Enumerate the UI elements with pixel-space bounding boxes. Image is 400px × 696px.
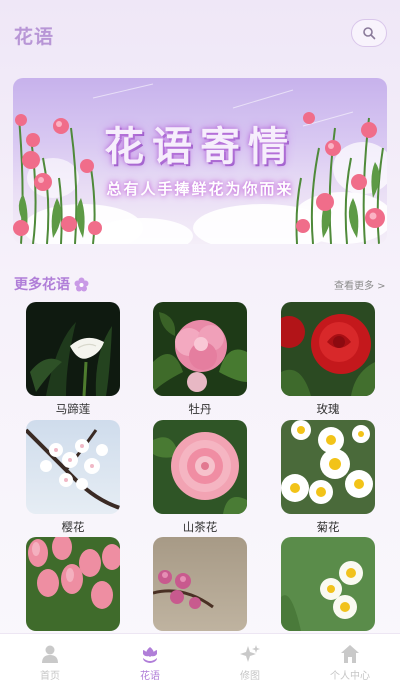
flower-name: 樱花 [61, 520, 85, 534]
flower-name: 牡丹 [188, 402, 212, 416]
tab-flower-language[interactable]: 花语 [110, 644, 190, 682]
sparkle-icon [240, 645, 260, 662]
flower-image-crabapple [153, 537, 247, 631]
tab-label: 修图 [240, 671, 260, 682]
tab-label: 首页 [40, 671, 60, 682]
flower-card[interactable]: 山茶花 [153, 420, 247, 535]
flower-image-narcissus [281, 537, 375, 631]
flower-card[interactable] [281, 537, 375, 636]
flower-card[interactable]: 马蹄莲 [26, 302, 120, 417]
search-icon [363, 27, 376, 40]
tab-label: 个人中心 [330, 671, 370, 682]
section-title: 更多花语 [14, 274, 89, 294]
flower-card[interactable] [26, 537, 120, 636]
flower-icon [143, 647, 157, 663]
see-more-link[interactable]: 查看更多 > [334, 277, 386, 292]
tab-home[interactable]: 首页 [10, 644, 90, 682]
flower-card[interactable]: 玫瑰 [281, 302, 375, 417]
section-title-label: 更多花语 [14, 277, 70, 293]
flower-image-rose [281, 302, 375, 396]
banner-subtitle: 总有人手捧鲜花为你而来 [106, 180, 294, 198]
flower-name: 马蹄莲 [55, 402, 91, 416]
flower-name: 玫瑰 [316, 402, 340, 416]
tab-label: 花语 [140, 671, 160, 682]
tab-photo-edit[interactable]: 修图 [210, 644, 290, 682]
tab-profile[interactable]: 个人中心 [310, 644, 390, 682]
bottom-tab-bar: 首页 花语 修图 个人中心 [0, 633, 400, 696]
flower-name: 菊花 [316, 520, 340, 534]
flower-image-tulip [26, 537, 120, 631]
hero-banner[interactable]: 花语寄情 总有人手捧鲜花为你而来 [13, 78, 387, 244]
flower-image-calla [26, 302, 120, 396]
flower-image-chrysanthemum [281, 420, 375, 514]
page-title: 花语 [14, 26, 55, 48]
flower-card[interactable] [153, 537, 247, 636]
flower-image-peony [153, 302, 247, 396]
header: 花语 [0, 0, 400, 70]
flower-badge-icon [74, 277, 89, 291]
flower-card[interactable]: 樱花 [26, 420, 120, 535]
flower-card[interactable]: 菊花 [281, 420, 375, 535]
banner-title: 花语寄情 [104, 123, 296, 170]
flower-image-camellia [153, 420, 247, 514]
home-icon [341, 645, 359, 663]
flower-image-cherry [26, 420, 120, 514]
search-button[interactable] [351, 19, 387, 47]
flower-name: 山茶花 [182, 520, 218, 534]
person-icon [42, 645, 58, 663]
flower-card[interactable]: 牡丹 [153, 302, 247, 417]
